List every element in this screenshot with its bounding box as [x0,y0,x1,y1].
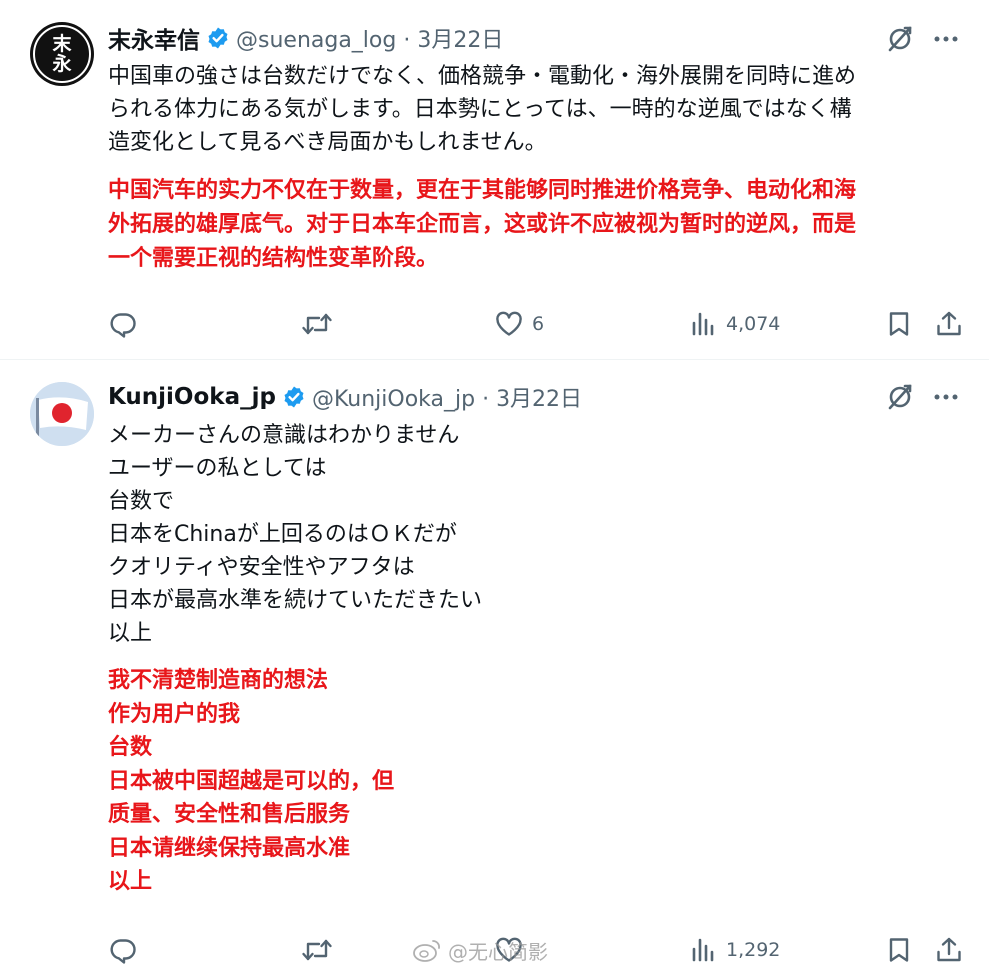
share-icon [937,311,961,336]
tweet-translation: 我不清楚制造商的想法 作为用户的我 台数 日本被中国超越是可以的，但 质量、安全… [108,668,395,894]
display-name[interactable]: KunjiOoka_jp [108,384,276,410]
grok-icon[interactable] [885,24,915,54]
share-button[interactable] [934,304,964,344]
bookmark-button[interactable] [884,930,914,970]
views-button[interactable]: 4,074 [690,304,780,344]
handle-and-timestamp[interactable]: @suenaga_log · 3月22日 [236,22,503,54]
reply-icon [110,313,136,338]
bookmark-icon [889,938,909,962]
avatar-char-top: 末 [52,33,72,55]
bookmark-button[interactable] [884,304,914,344]
like-button[interactable]: 6 [494,304,544,344]
reply-button[interactable] [108,304,138,344]
share-icon [937,937,961,962]
retweet-icon [302,939,332,961]
like-button[interactable] [494,930,524,970]
more-icon[interactable] [931,24,961,54]
handle-and-timestamp[interactable]: @KunjiOoka_jp · 3月22日 [312,381,582,413]
reply-button[interactable] [108,930,138,970]
retweet-icon [302,313,332,335]
like-icon [496,311,522,336]
japan-flag-avatar-image [30,382,94,446]
avatar[interactable] [30,382,94,446]
reply-icon [110,939,136,964]
views-count: 1,292 [726,939,781,961]
tweet-top-actions [885,382,961,412]
bookmark-icon [889,312,909,336]
tweet-top-actions [885,24,961,54]
tweet-text: 中国車の強さは台数だけでなく、価格競争・電動化・海外展開を同時に進め られる体力… [108,64,857,155]
tweet-text: メーカーさんの意識はわかりません ユーザーの私としては 台数で 日本をChina… [108,423,483,646]
verified-badge-icon [208,27,228,49]
retweet-button[interactable] [300,304,334,344]
tweet-action-bar: 6 4,074 [108,304,966,344]
views-count: 4,074 [726,313,781,335]
like-count: 6 [532,313,545,335]
like-icon [496,937,522,962]
avatar[interactable]: 末 永 [30,22,94,86]
views-button[interactable]: 1,292 [690,930,780,970]
more-icon[interactable] [931,382,961,412]
tweet[interactable]: 末 永 末永幸信 @suenaga_log · 3月22日 中国車の強さは台数だ… [0,0,989,360]
tweet-header: 末永幸信 @suenaga_log · 3月22日 [108,22,503,54]
retweet-button[interactable] [300,930,334,970]
display-name[interactable]: 末永幸信 [108,21,200,55]
avatar-logo: 末 永 [33,25,91,83]
avatar-char-bottom: 永 [52,53,72,75]
share-button[interactable] [934,930,964,970]
timeline-feed: 末 永 末永幸信 @suenaga_log · 3月22日 中国車の強さは台数だ… [0,0,989,972]
grok-icon[interactable] [885,382,915,412]
tweet-header: KunjiOoka_jp @KunjiOoka_jp · 3月22日 [108,381,582,413]
verified-badge-icon [284,386,304,408]
views-icon [692,312,714,336]
views-icon [692,938,714,962]
tweet-translation: 中国汽车的实力不仅在于数量，更在于其能够同时推进价格竞争、电动化和海 外拓展的雄… [108,178,857,271]
tweet-action-bar: 1,292 [108,930,966,970]
